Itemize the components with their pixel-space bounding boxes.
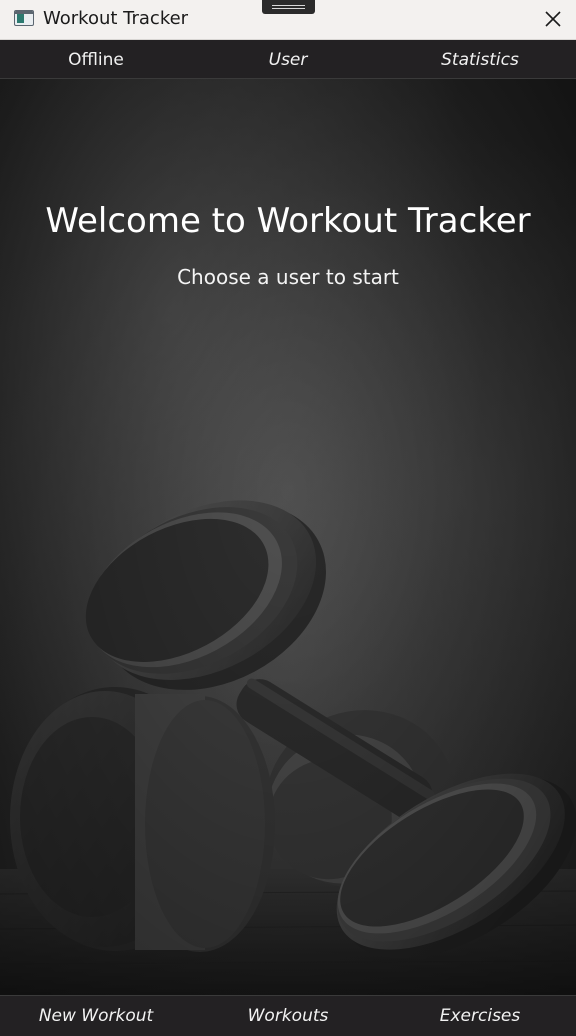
app-window: Workout Tracker Offline User Statistics — [0, 0, 576, 1036]
welcome-subtitle: Choose a user to start — [177, 265, 399, 289]
welcome-title: Welcome to Workout Tracker — [45, 201, 531, 241]
title-bar: Workout Tracker — [0, 0, 576, 40]
window-title: Workout Tracker — [43, 8, 189, 29]
nav-user[interactable]: User — [192, 40, 384, 78]
nav-offline[interactable]: Offline — [0, 40, 192, 78]
nav-workouts[interactable]: Workouts — [192, 996, 384, 1036]
nav-exercises[interactable]: Exercises — [384, 996, 576, 1036]
nav-statistics[interactable]: Statistics — [384, 40, 576, 78]
nav-new-workout[interactable]: New Workout — [0, 996, 192, 1036]
close-button[interactable] — [536, 2, 570, 36]
bottom-nav: New Workout Workouts Exercises — [0, 995, 576, 1036]
top-nav: Offline User Statistics — [0, 40, 576, 79]
close-icon — [545, 11, 561, 27]
snap-layout-handle[interactable] — [262, 0, 315, 14]
hero-section: Welcome to Workout Tracker Choose a user… — [0, 79, 576, 995]
app-window-icon — [14, 10, 34, 26]
